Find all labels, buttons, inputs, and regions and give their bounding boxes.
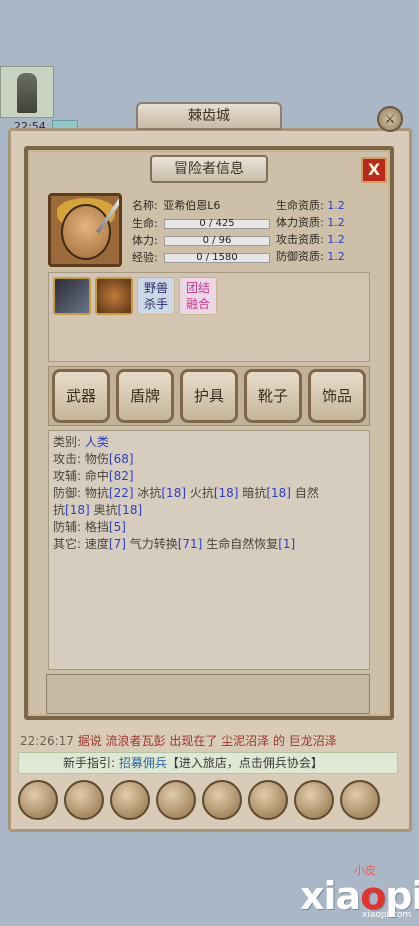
def-fire: 火抗 — [189, 486, 214, 500]
def-dark-value: [18] — [266, 486, 291, 500]
defassist-text: 格挡 — [84, 520, 109, 534]
def-nature-2: 抗 — [53, 503, 66, 517]
chat-time: 22:26:17 — [20, 734, 74, 748]
warrior-helmet-icon[interactable] — [110, 780, 150, 820]
aptitude-defense-label: 防御资质: — [276, 250, 324, 263]
info-row-attack: 攻击: 物伤[68] — [53, 451, 365, 468]
boots-button[interactable]: 靴子 — [244, 369, 302, 423]
aptitude-stamina-label: 体力资质: — [276, 216, 324, 229]
knight-helmet-icon[interactable] — [156, 780, 196, 820]
info-row-assist: 攻辅: 命中[82] — [53, 468, 365, 485]
avatar-figure-icon — [17, 73, 37, 113]
panel-title: 冒险者信息 — [150, 155, 268, 183]
defense-label: 防御: — [53, 486, 82, 500]
other-regen: 生命自然恢复 — [206, 537, 279, 551]
player-avatar[interactable] — [0, 66, 54, 118]
chat-message: 22:26:17 据说 流浪者瓦彭 出现在了 尘泥沼泽 的 巨龙沼泽 — [20, 732, 400, 750]
stamina-label: 体力: — [132, 234, 158, 247]
other-qi-value: [71] — [177, 537, 203, 551]
exp-label: 经验: — [132, 251, 158, 264]
weapon-button[interactable]: 武器 — [52, 369, 110, 423]
assist-label: 攻辅: — [53, 469, 82, 483]
attribute-info: 类别: 人类 攻击: 物伤[68] 攻辅: 命中[82] 防御: 物抗[22] … — [48, 430, 370, 670]
def-dark: 暗抗 — [242, 486, 267, 500]
gear-icon[interactable] — [340, 780, 380, 820]
def-phys: 物抗 — [84, 486, 109, 500]
skill-label: 团结 — [185, 281, 210, 295]
other-speed-value: [7] — [108, 537, 126, 551]
close-button[interactable]: X — [361, 157, 387, 183]
attack-label: 攻击: — [53, 452, 82, 466]
portrait-face — [61, 204, 111, 260]
aptitude-hp-label: 生命资质: — [276, 199, 324, 212]
shield-skill-icon[interactable] — [95, 277, 133, 315]
shield-button[interactable]: 盾牌 — [116, 369, 174, 423]
trophy-icon[interactable] — [294, 780, 334, 820]
assist-text: 命中 — [84, 469, 109, 483]
guide-label: 新手指引: — [63, 756, 116, 770]
exp-bar: 0 / 1580 — [164, 253, 270, 263]
aptitude-stamina-value: 1.2 — [327, 216, 345, 229]
other-label: 其它: — [53, 537, 82, 551]
name-value: 亚希伯恩L6 — [163, 199, 221, 212]
info-row-defense-2: 抗[18] 奥抗[18] — [53, 502, 365, 519]
attack-text: 物伤 — [84, 452, 109, 466]
def-arcane: 奥抗 — [93, 503, 118, 517]
info-row-defassist: 防辅: 格挡[5] — [53, 519, 365, 536]
info-row-defense: 防御: 物抗[22] 冰抗[18] 火抗[18] 暗抗[18] 自然 — [53, 485, 365, 502]
other-regen-value: [1] — [278, 537, 296, 551]
watermark-url: xiaopi.com — [362, 910, 412, 920]
beast-killer-skill[interactable]: 野兽 杀手 — [137, 277, 175, 315]
bottom-nav — [14, 778, 404, 822]
aptitude-hp-value: 1.2 — [327, 199, 345, 212]
def-phys-value: [22] — [108, 486, 134, 500]
guide-text: 【进入旅店，点击佣兵协会】 — [166, 756, 323, 770]
stamina-bar: 0 / 96 — [164, 236, 270, 246]
wm-part: xia — [300, 874, 361, 918]
recruit-link[interactable]: 招募佣兵 — [119, 756, 167, 770]
type-value: 人类 — [84, 435, 109, 449]
def-ice-value: [18] — [161, 486, 187, 500]
defassist-label: 防辅: — [53, 520, 82, 534]
def-ice: 冰抗 — [137, 486, 162, 500]
def-nature-value: [18] — [65, 503, 90, 517]
unity-skill[interactable]: 团结 融合 — [179, 277, 217, 315]
aptitude-attack-value: 1.2 — [327, 233, 345, 246]
other-speed: 速度 — [84, 537, 109, 551]
hp-bar: 0 / 425 — [164, 219, 270, 229]
rank-badge-icon[interactable] — [18, 780, 58, 820]
skill-label: 野兽 — [143, 281, 168, 295]
aptitude-attack-label: 攻击资质: — [276, 233, 324, 246]
def-fire-value: [18] — [213, 486, 239, 500]
attack-value: [68] — [108, 452, 134, 466]
compass-icon[interactable] — [202, 780, 242, 820]
guide-tip[interactable]: 新手指引: 招募佣兵【进入旅店，点击佣兵协会】 — [18, 752, 398, 774]
info-row-other: 其它: 速度[7] 气力转换[71] 生命自然恢复[1] — [53, 536, 365, 553]
other-qi: 气力转换 — [129, 537, 178, 551]
skill-label: 杀手 — [143, 297, 168, 311]
hp-label: 生命: — [132, 217, 158, 230]
info-row-type: 类别: 人类 — [53, 434, 365, 451]
aptitude-defense-value: 1.2 — [327, 250, 345, 263]
wing-icon[interactable] — [248, 780, 288, 820]
accessory-button[interactable]: 饰品 — [308, 369, 366, 423]
defassist-value: [5] — [108, 520, 126, 534]
def-arcane-value: [18] — [117, 503, 143, 517]
type-label: 类别: — [53, 435, 82, 449]
def-nature: 自然 — [294, 486, 319, 500]
name-label: 名称: — [132, 199, 158, 212]
hero-portrait — [48, 193, 122, 267]
panel-footer — [46, 674, 370, 714]
chat-text: 据说 流浪者瓦彭 出现在了 尘泥沼泽 的 巨龙沼泽 — [77, 734, 337, 748]
site-watermark: 小皮 xiaopi xiaopi.com — [300, 862, 419, 924]
city-title: 棘齿城 — [136, 102, 282, 130]
hero-round-icon[interactable]: ⚔ — [377, 106, 403, 132]
sword-skill-icon[interactable] — [53, 277, 91, 315]
armor-button[interactable]: 护具 — [180, 369, 238, 423]
skill-label: 融合 — [185, 297, 210, 311]
chest-icon[interactable] — [64, 780, 104, 820]
assist-value: [82] — [108, 469, 134, 483]
